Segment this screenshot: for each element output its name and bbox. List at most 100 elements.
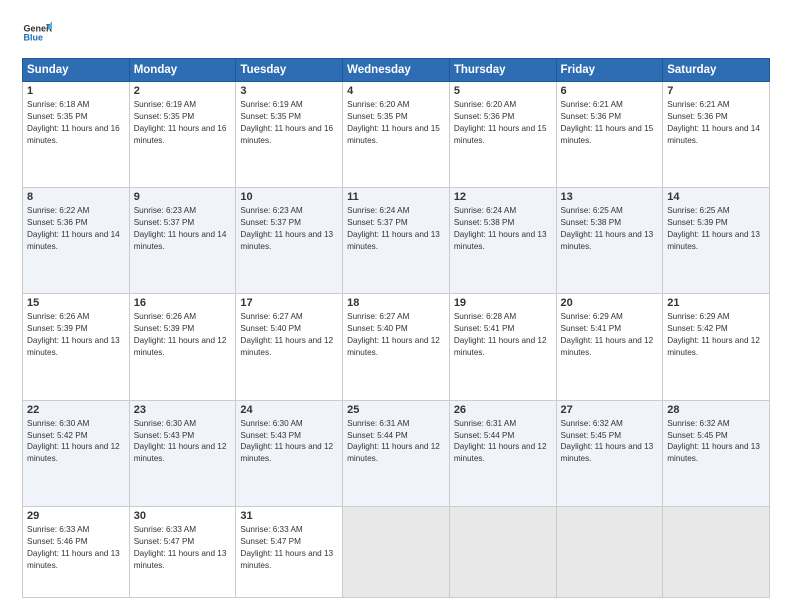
calendar-day-empty: [343, 506, 450, 597]
day-info: Sunrise: 6:30 AMSunset: 5:43 PMDaylight:…: [240, 418, 338, 466]
calendar-day-16: 16 Sunrise: 6:26 AMSunset: 5:39 PMDaylig…: [129, 294, 236, 400]
day-info: Sunrise: 6:26 AMSunset: 5:39 PMDaylight:…: [134, 311, 232, 359]
day-number: 18: [347, 297, 445, 309]
calendar-day-30: 30 Sunrise: 6:33 AMSunset: 5:47 PMDaylig…: [129, 506, 236, 597]
calendar-day-31: 31 Sunrise: 6:33 AMSunset: 5:47 PMDaylig…: [236, 506, 343, 597]
calendar-day-13: 13 Sunrise: 6:25 AMSunset: 5:38 PMDaylig…: [556, 188, 663, 294]
calendar-day-15: 15 Sunrise: 6:26 AMSunset: 5:39 PMDaylig…: [23, 294, 130, 400]
day-number: 26: [454, 404, 552, 416]
day-info: Sunrise: 6:21 AMSunset: 5:36 PMDaylight:…: [561, 99, 659, 147]
day-info: Sunrise: 6:33 AMSunset: 5:47 PMDaylight:…: [240, 524, 338, 572]
calendar-day-5: 5 Sunrise: 6:20 AMSunset: 5:36 PMDayligh…: [449, 82, 556, 188]
day-number: 25: [347, 404, 445, 416]
calendar-day-29: 29 Sunrise: 6:33 AMSunset: 5:46 PMDaylig…: [23, 506, 130, 597]
day-info: Sunrise: 6:19 AMSunset: 5:35 PMDaylight:…: [240, 99, 338, 147]
calendar-day-28: 28 Sunrise: 6:32 AMSunset: 5:45 PMDaylig…: [663, 400, 770, 506]
calendar-header-sunday: Sunday: [23, 59, 130, 82]
calendar-day-empty: [556, 506, 663, 597]
day-number: 16: [134, 297, 232, 309]
calendar-day-14: 14 Sunrise: 6:25 AMSunset: 5:39 PMDaylig…: [663, 188, 770, 294]
day-number: 12: [454, 191, 552, 203]
calendar-day-empty: [449, 506, 556, 597]
calendar-week-2: 8 Sunrise: 6:22 AMSunset: 5:36 PMDayligh…: [23, 188, 770, 294]
day-number: 28: [667, 404, 765, 416]
day-info: Sunrise: 6:27 AMSunset: 5:40 PMDaylight:…: [240, 311, 338, 359]
calendar-day-9: 9 Sunrise: 6:23 AMSunset: 5:37 PMDayligh…: [129, 188, 236, 294]
calendar-day-6: 6 Sunrise: 6:21 AMSunset: 5:36 PMDayligh…: [556, 82, 663, 188]
day-info: Sunrise: 6:26 AMSunset: 5:39 PMDaylight:…: [27, 311, 125, 359]
calendar-day-19: 19 Sunrise: 6:28 AMSunset: 5:41 PMDaylig…: [449, 294, 556, 400]
calendar-week-5: 29 Sunrise: 6:33 AMSunset: 5:46 PMDaylig…: [23, 506, 770, 597]
day-info: Sunrise: 6:24 AMSunset: 5:37 PMDaylight:…: [347, 205, 445, 253]
day-info: Sunrise: 6:21 AMSunset: 5:36 PMDaylight:…: [667, 99, 765, 147]
calendar-day-empty: [663, 506, 770, 597]
day-number: 22: [27, 404, 125, 416]
day-info: Sunrise: 6:27 AMSunset: 5:40 PMDaylight:…: [347, 311, 445, 359]
day-number: 8: [27, 191, 125, 203]
calendar-day-8: 8 Sunrise: 6:22 AMSunset: 5:36 PMDayligh…: [23, 188, 130, 294]
day-info: Sunrise: 6:24 AMSunset: 5:38 PMDaylight:…: [454, 205, 552, 253]
calendar-day-1: 1 Sunrise: 6:18 AMSunset: 5:35 PMDayligh…: [23, 82, 130, 188]
day-number: 19: [454, 297, 552, 309]
calendar-day-27: 27 Sunrise: 6:32 AMSunset: 5:45 PMDaylig…: [556, 400, 663, 506]
calendar-day-12: 12 Sunrise: 6:24 AMSunset: 5:38 PMDaylig…: [449, 188, 556, 294]
calendar-week-4: 22 Sunrise: 6:30 AMSunset: 5:42 PMDaylig…: [23, 400, 770, 506]
calendar-day-21: 21 Sunrise: 6:29 AMSunset: 5:42 PMDaylig…: [663, 294, 770, 400]
day-number: 11: [347, 191, 445, 203]
day-info: Sunrise: 6:31 AMSunset: 5:44 PMDaylight:…: [454, 418, 552, 466]
calendar-day-18: 18 Sunrise: 6:27 AMSunset: 5:40 PMDaylig…: [343, 294, 450, 400]
calendar-day-7: 7 Sunrise: 6:21 AMSunset: 5:36 PMDayligh…: [663, 82, 770, 188]
day-info: Sunrise: 6:33 AMSunset: 5:47 PMDaylight:…: [134, 524, 232, 572]
calendar-day-11: 11 Sunrise: 6:24 AMSunset: 5:37 PMDaylig…: [343, 188, 450, 294]
calendar-day-10: 10 Sunrise: 6:23 AMSunset: 5:37 PMDaylig…: [236, 188, 343, 294]
day-number: 29: [27, 510, 125, 522]
calendar-header-friday: Friday: [556, 59, 663, 82]
day-number: 20: [561, 297, 659, 309]
day-number: 7: [667, 85, 765, 97]
day-number: 2: [134, 85, 232, 97]
day-info: Sunrise: 6:18 AMSunset: 5:35 PMDaylight:…: [27, 99, 125, 147]
calendar-day-20: 20 Sunrise: 6:29 AMSunset: 5:41 PMDaylig…: [556, 294, 663, 400]
day-info: Sunrise: 6:29 AMSunset: 5:41 PMDaylight:…: [561, 311, 659, 359]
day-info: Sunrise: 6:22 AMSunset: 5:36 PMDaylight:…: [27, 205, 125, 253]
day-number: 6: [561, 85, 659, 97]
calendar-day-25: 25 Sunrise: 6:31 AMSunset: 5:44 PMDaylig…: [343, 400, 450, 506]
day-info: Sunrise: 6:32 AMSunset: 5:45 PMDaylight:…: [561, 418, 659, 466]
day-number: 17: [240, 297, 338, 309]
day-info: Sunrise: 6:23 AMSunset: 5:37 PMDaylight:…: [240, 205, 338, 253]
day-number: 1: [27, 85, 125, 97]
day-number: 21: [667, 297, 765, 309]
calendar-day-2: 2 Sunrise: 6:19 AMSunset: 5:35 PMDayligh…: [129, 82, 236, 188]
calendar-day-23: 23 Sunrise: 6:30 AMSunset: 5:43 PMDaylig…: [129, 400, 236, 506]
calendar-day-24: 24 Sunrise: 6:30 AMSunset: 5:43 PMDaylig…: [236, 400, 343, 506]
day-info: Sunrise: 6:25 AMSunset: 5:39 PMDaylight:…: [667, 205, 765, 253]
day-number: 14: [667, 191, 765, 203]
calendar-header-thursday: Thursday: [449, 59, 556, 82]
day-info: Sunrise: 6:20 AMSunset: 5:35 PMDaylight:…: [347, 99, 445, 147]
day-number: 3: [240, 85, 338, 97]
day-info: Sunrise: 6:33 AMSunset: 5:46 PMDaylight:…: [27, 524, 125, 572]
generalblue-logo-icon: General Blue: [22, 18, 52, 48]
calendar-header-monday: Monday: [129, 59, 236, 82]
day-info: Sunrise: 6:20 AMSunset: 5:36 PMDaylight:…: [454, 99, 552, 147]
calendar-header-wednesday: Wednesday: [343, 59, 450, 82]
day-info: Sunrise: 6:30 AMSunset: 5:43 PMDaylight:…: [134, 418, 232, 466]
day-info: Sunrise: 6:32 AMSunset: 5:45 PMDaylight:…: [667, 418, 765, 466]
calendar-day-26: 26 Sunrise: 6:31 AMSunset: 5:44 PMDaylig…: [449, 400, 556, 506]
svg-text:Blue: Blue: [24, 33, 44, 43]
calendar-day-4: 4 Sunrise: 6:20 AMSunset: 5:35 PMDayligh…: [343, 82, 450, 188]
calendar-day-3: 3 Sunrise: 6:19 AMSunset: 5:35 PMDayligh…: [236, 82, 343, 188]
day-info: Sunrise: 6:30 AMSunset: 5:42 PMDaylight:…: [27, 418, 125, 466]
day-number: 31: [240, 510, 338, 522]
day-number: 24: [240, 404, 338, 416]
calendar-day-22: 22 Sunrise: 6:30 AMSunset: 5:42 PMDaylig…: [23, 400, 130, 506]
day-info: Sunrise: 6:23 AMSunset: 5:37 PMDaylight:…: [134, 205, 232, 253]
day-number: 13: [561, 191, 659, 203]
logo: General Blue: [22, 18, 52, 48]
day-number: 5: [454, 85, 552, 97]
calendar-week-3: 15 Sunrise: 6:26 AMSunset: 5:39 PMDaylig…: [23, 294, 770, 400]
day-number: 30: [134, 510, 232, 522]
day-number: 4: [347, 85, 445, 97]
day-number: 15: [27, 297, 125, 309]
header: General Blue: [22, 18, 770, 48]
